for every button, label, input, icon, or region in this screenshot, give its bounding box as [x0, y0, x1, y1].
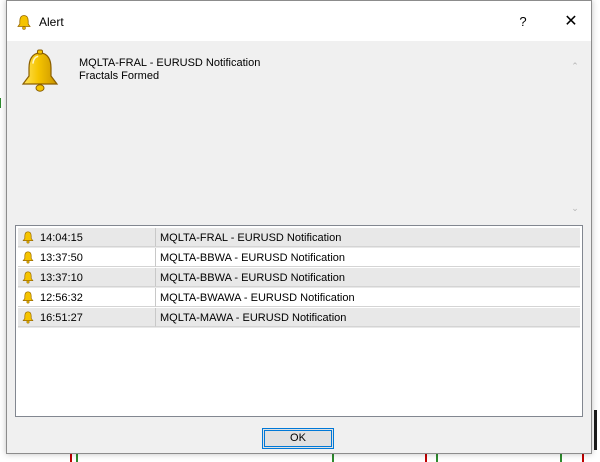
chart-mark: [436, 454, 438, 462]
title-bar[interactable]: Alert ? ✕: [7, 1, 591, 41]
ok-button[interactable]: OK: [262, 428, 334, 449]
bell-icon: [22, 251, 34, 264]
alert-dialog: Alert ? ✕ MQLTA-FRAL - EURUSD Notificati…: [6, 0, 592, 454]
bell-icon: [21, 49, 59, 92]
background-chart-bottom: [0, 454, 600, 462]
list-item[interactable]: 12:56:32 MQLTA-BWAWA - EURUSD Notificati…: [18, 288, 580, 308]
chart-mark: [70, 454, 72, 462]
alert-name: MQLTA-FRAL - EURUSD Notification: [160, 232, 342, 244]
alert-time: 13:37:10: [40, 272, 83, 284]
window-title: Alert: [39, 15, 64, 29]
bell-icon: [22, 311, 34, 324]
alert-time-cell: 13:37:50: [18, 248, 156, 267]
message-body: Fractals Formed: [79, 70, 160, 82]
background-chart-right: [592, 40, 600, 462]
close-button[interactable]: ✕: [555, 7, 587, 37]
list-item[interactable]: 13:37:50 MQLTA-BBWA - EURUSD Notificatio…: [18, 248, 580, 268]
chart-mark: [76, 454, 78, 462]
message-title: MQLTA-FRAL - EURUSD Notification: [79, 57, 261, 69]
chart-mark: [0, 98, 5, 108]
message-scrollbar[interactable]: ⌃ ⌄: [567, 53, 583, 217]
scroll-down-icon[interactable]: ⌄: [569, 203, 581, 213]
list-item[interactable]: 14:04:15 MQLTA-FRAL - EURUSD Notificatio…: [18, 228, 580, 248]
list-item[interactable]: 16:51:27 MQLTA-MAWA - EURUSD Notificatio…: [18, 308, 580, 328]
scroll-up-icon[interactable]: ⌃: [569, 61, 581, 71]
alert-name-cell: MQLTA-MAWA - EURUSD Notification: [156, 308, 580, 327]
alert-name: MQLTA-MAWA - EURUSD Notification: [160, 312, 347, 324]
alert-name: MQLTA-BBWA - EURUSD Notification: [160, 252, 345, 264]
alert-name-cell: MQLTA-BBWA - EURUSD Notification: [156, 268, 580, 287]
message-panel: MQLTA-FRAL - EURUSD Notification Fractal…: [15, 41, 583, 219]
alert-history-list[interactable]: 14:04:15 MQLTA-FRAL - EURUSD Notificatio…: [15, 225, 583, 417]
alert-time-cell: 16:51:27: [18, 308, 156, 327]
alert-time-cell: 12:56:32: [18, 288, 156, 307]
alert-time-cell: 13:37:10: [18, 268, 156, 287]
bell-icon: [17, 15, 31, 30]
alert-time: 16:51:27: [40, 312, 83, 324]
alert-time: 13:37:50: [40, 252, 83, 264]
bell-icon: [22, 271, 34, 284]
list-item[interactable]: 13:37:10 MQLTA-BBWA - EURUSD Notificatio…: [18, 268, 580, 288]
alert-name-cell: MQLTA-BBWA - EURUSD Notification: [156, 248, 580, 267]
chart-mark: [594, 410, 597, 450]
alert-time: 12:56:32: [40, 292, 83, 304]
help-button[interactable]: ?: [507, 7, 539, 37]
alert-name-cell: MQLTA-BWAWA - EURUSD Notification: [156, 288, 580, 307]
alert-name: MQLTA-BWAWA - EURUSD Notification: [160, 292, 355, 304]
alert-name-cell: MQLTA-FRAL - EURUSD Notification: [156, 228, 580, 247]
bell-icon: [22, 231, 34, 244]
chart-mark: [582, 454, 584, 462]
chart-mark: [332, 454, 334, 462]
bell-icon: [22, 291, 34, 304]
chart-mark: [560, 454, 562, 462]
chart-mark: [425, 454, 427, 462]
alert-time-cell: 14:04:15: [18, 228, 156, 247]
alert-name: MQLTA-BBWA - EURUSD Notification: [160, 272, 345, 284]
alert-time: 14:04:15: [40, 232, 83, 244]
